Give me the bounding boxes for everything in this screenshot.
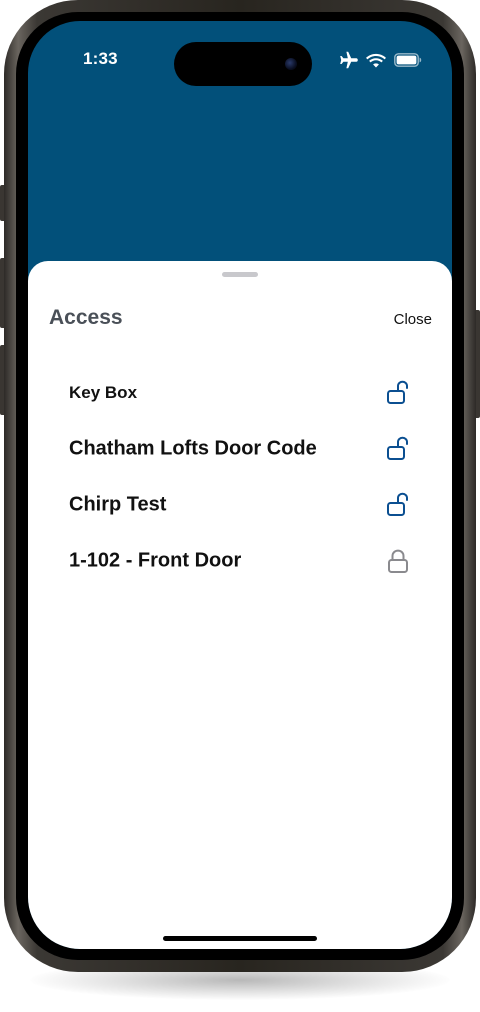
- access-item-key-box[interactable]: Key Box: [28, 365, 452, 421]
- access-item-label: Key Box: [69, 383, 138, 402]
- lock-open-icon[interactable]: [385, 492, 411, 518]
- lock-open-icon[interactable]: [385, 380, 411, 406]
- wifi-icon: [366, 53, 386, 73]
- lock-open-icon[interactable]: [385, 436, 411, 462]
- home-indicator[interactable]: [163, 936, 317, 941]
- phone-bezel: 1:33 Access Close Key Box Chatham Lofts …: [16, 12, 464, 960]
- access-item-chirp-test[interactable]: Chirp Test: [28, 477, 452, 533]
- access-item-chatham-lofts-door-code[interactable]: Chatham Lofts Door Code: [28, 421, 452, 477]
- status-bar: 1:33: [28, 21, 452, 86]
- status-icons: [338, 51, 422, 74]
- camera-icon: [285, 58, 297, 70]
- phone-screen: 1:33 Access Close Key Box Chatham Lofts …: [28, 21, 452, 949]
- access-item-label: Chirp Test: [69, 493, 167, 516]
- battery-icon: [394, 53, 422, 72]
- status-time: 1:33: [83, 49, 118, 68]
- access-item-label: 1-102 - Front Door: [69, 549, 242, 572]
- dynamic-island: [174, 42, 312, 86]
- access-sheet: Access Close Key Box Chatham Lofts Door …: [28, 261, 452, 949]
- access-item-1-102-front-door[interactable]: 1-102 - Front Door: [28, 533, 452, 589]
- airplane-icon: [338, 51, 358, 74]
- access-item-label: Chatham Lofts Door Code: [69, 437, 317, 460]
- lock-closed-icon[interactable]: [385, 548, 411, 574]
- phone-frame: 1:33 Access Close Key Box Chatham Lofts …: [4, 0, 476, 972]
- sheet-title: Access: [49, 306, 123, 329]
- close-button[interactable]: Close: [394, 311, 432, 328]
- sheet-grabber[interactable]: [222, 272, 258, 277]
- access-list: Key Box Chatham Lofts Door Code Chirp Te…: [28, 365, 452, 589]
